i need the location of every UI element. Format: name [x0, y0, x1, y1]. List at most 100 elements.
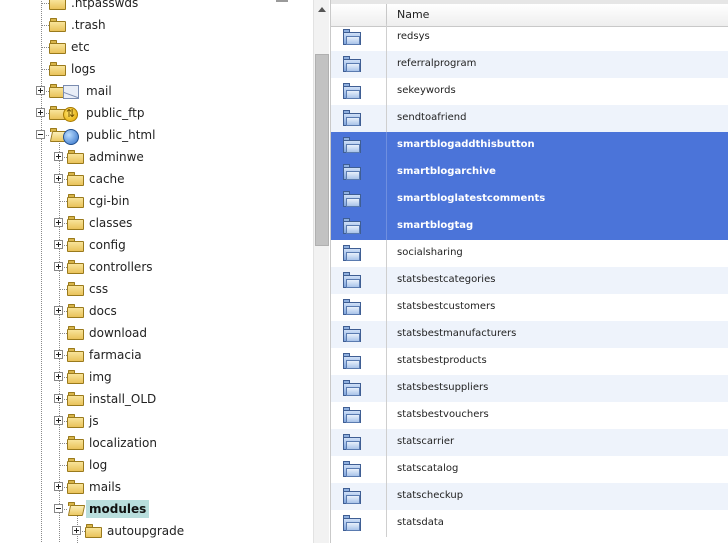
tree-item-trash[interactable]: .trash	[49, 14, 109, 36]
file-name[interactable]: statsbestcustomers	[397, 301, 495, 312]
tree-item-label[interactable]: autoupgrade	[104, 522, 187, 540]
file-name[interactable]: redsys	[397, 31, 430, 42]
file-name[interactable]: statscarrier	[397, 436, 454, 447]
tree-item-label[interactable]: public_html	[83, 126, 158, 144]
file-row[interactable]: smartblogarchive	[331, 159, 728, 186]
file-name[interactable]: statscheckup	[397, 490, 463, 501]
tree-item-label[interactable]: modules	[86, 500, 150, 518]
file-name[interactable]: referralprogram	[397, 58, 476, 69]
tree-item-mail[interactable]: mail	[49, 80, 115, 102]
expand-icon[interactable]	[54, 350, 63, 359]
tree-item-localization[interactable]: localization	[67, 432, 160, 454]
tree-item-css[interactable]: css	[67, 278, 111, 300]
pane-resize-grip[interactable]	[276, 0, 288, 2]
expand-icon[interactable]	[54, 416, 63, 425]
file-row[interactable]: statscatalog	[331, 456, 728, 483]
file-row[interactable]: statsdata	[331, 510, 728, 537]
tree-item-label[interactable]: log	[86, 456, 110, 474]
file-row[interactable]: socialsharing	[331, 240, 728, 267]
tree-item-label[interactable]: cgi-bin	[86, 192, 132, 210]
expand-icon[interactable]	[54, 394, 63, 403]
tree-item-label[interactable]: public_ftp	[83, 104, 147, 122]
expand-icon[interactable]	[54, 240, 63, 249]
tree-item-label[interactable]: css	[86, 280, 111, 298]
tree-item-classes[interactable]: classes	[67, 212, 135, 234]
expand-icon[interactable]	[54, 262, 63, 271]
expand-icon[interactable]	[54, 174, 63, 183]
file-name[interactable]: sekeywords	[397, 85, 456, 96]
tree-item-cgi-bin[interactable]: cgi-bin	[67, 190, 132, 212]
expand-icon[interactable]	[72, 526, 81, 535]
tree-item-mails[interactable]: mails	[67, 476, 124, 498]
tree-item-htpasswds[interactable]: .htpasswds	[49, 0, 141, 14]
tree-item-label[interactable]: config	[86, 236, 129, 254]
file-name[interactable]: statscatalog	[397, 463, 458, 474]
file-name[interactable]: statsbestsuppliers	[397, 382, 488, 393]
expand-icon[interactable]	[36, 86, 45, 95]
tree-item-download[interactable]: download	[67, 322, 150, 344]
tree-item-label[interactable]: js	[86, 412, 102, 430]
file-row[interactable]: redsys	[331, 24, 728, 51]
tree-item-modules[interactable]: modules	[67, 498, 150, 520]
name-column-header[interactable]: Name	[397, 8, 429, 21]
tree-item-install-old[interactable]: install_OLD	[67, 388, 159, 410]
tree-item-label[interactable]: .trash	[68, 16, 109, 34]
file-name[interactable]: statsbestproducts	[397, 355, 487, 366]
expand-icon[interactable]	[54, 152, 63, 161]
tree-item-js[interactable]: js	[67, 410, 102, 432]
tree-item-public-ftp[interactable]: public_ftp	[49, 102, 147, 124]
tree-item-label[interactable]: docs	[86, 302, 120, 320]
tree-item-label[interactable]: mail	[83, 82, 115, 100]
file-row[interactable]: statsbestvouchers	[331, 402, 728, 429]
tree-scrollbar-thumb[interactable]	[315, 54, 329, 246]
tree-item-public-html[interactable]: public_html	[49, 124, 158, 146]
expand-icon[interactable]	[54, 306, 63, 315]
collapse-icon[interactable]	[54, 504, 63, 513]
tree-item-label[interactable]: install_OLD	[86, 390, 159, 408]
scroll-up-arrow-icon[interactable]	[318, 7, 326, 12]
file-row[interactable]: smartbloglatestcomments	[331, 186, 728, 213]
file-row[interactable]: statsbestcategories	[331, 267, 728, 294]
tree-item-autoupgrade[interactable]: autoupgrade	[85, 520, 187, 542]
tree-item-label[interactable]: controllers	[86, 258, 156, 276]
tree-item-log[interactable]: log	[67, 454, 110, 476]
tree-item-label[interactable]: etc	[68, 38, 93, 56]
tree-item-etc[interactable]: etc	[49, 36, 93, 58]
tree-item-logs[interactable]: logs	[49, 58, 99, 80]
file-row[interactable]: statscarrier	[331, 429, 728, 456]
tree-item-adminwe[interactable]: adminwe	[67, 146, 147, 168]
file-name[interactable]: socialsharing	[397, 247, 463, 258]
file-row[interactable]: smartblogaddthisbutton	[331, 132, 728, 159]
tree-item-label[interactable]: download	[86, 324, 150, 342]
expand-icon[interactable]	[54, 218, 63, 227]
file-name[interactable]: statsdata	[397, 517, 444, 528]
file-row[interactable]: statsbestsuppliers	[331, 375, 728, 402]
tree-item-label[interactable]: logs	[68, 60, 99, 78]
file-row[interactable]: smartblogtag	[331, 213, 728, 240]
file-name[interactable]: smartblogtag	[397, 220, 473, 231]
file-name[interactable]: statsbestmanufacturers	[397, 328, 516, 339]
tree-item-label[interactable]: adminwe	[86, 148, 147, 166]
file-name[interactable]: sendtoafriend	[397, 112, 466, 123]
file-row[interactable]: statsbestcustomers	[331, 294, 728, 321]
tree-scrollbar[interactable]	[313, 0, 329, 543]
tree-item-farmacia[interactable]: farmacia	[67, 344, 145, 366]
file-name[interactable]: statsbestcategories	[397, 274, 495, 285]
tree-item-img[interactable]: img	[67, 366, 115, 388]
tree-item-config[interactable]: config	[67, 234, 129, 256]
tree-item-label[interactable]: localization	[86, 434, 160, 452]
expand-icon[interactable]	[54, 372, 63, 381]
tree-item-label[interactable]: .htpasswds	[68, 0, 141, 12]
tree-item-controllers[interactable]: controllers	[67, 256, 156, 278]
tree-item-label[interactable]: img	[86, 368, 115, 386]
file-name[interactable]: smartblogaddthisbutton	[397, 139, 535, 150]
file-row[interactable]: sekeywords	[331, 78, 728, 105]
tree-item-label[interactable]: farmacia	[86, 346, 145, 364]
expand-icon[interactable]	[54, 482, 63, 491]
collapse-icon[interactable]	[36, 130, 45, 139]
file-row[interactable]: sendtoafriend	[331, 105, 728, 132]
file-name[interactable]: smartblogarchive	[397, 166, 496, 177]
tree-item-cache[interactable]: cache	[67, 168, 128, 190]
expand-icon[interactable]	[36, 108, 45, 117]
tree-item-docs[interactable]: docs	[67, 300, 120, 322]
